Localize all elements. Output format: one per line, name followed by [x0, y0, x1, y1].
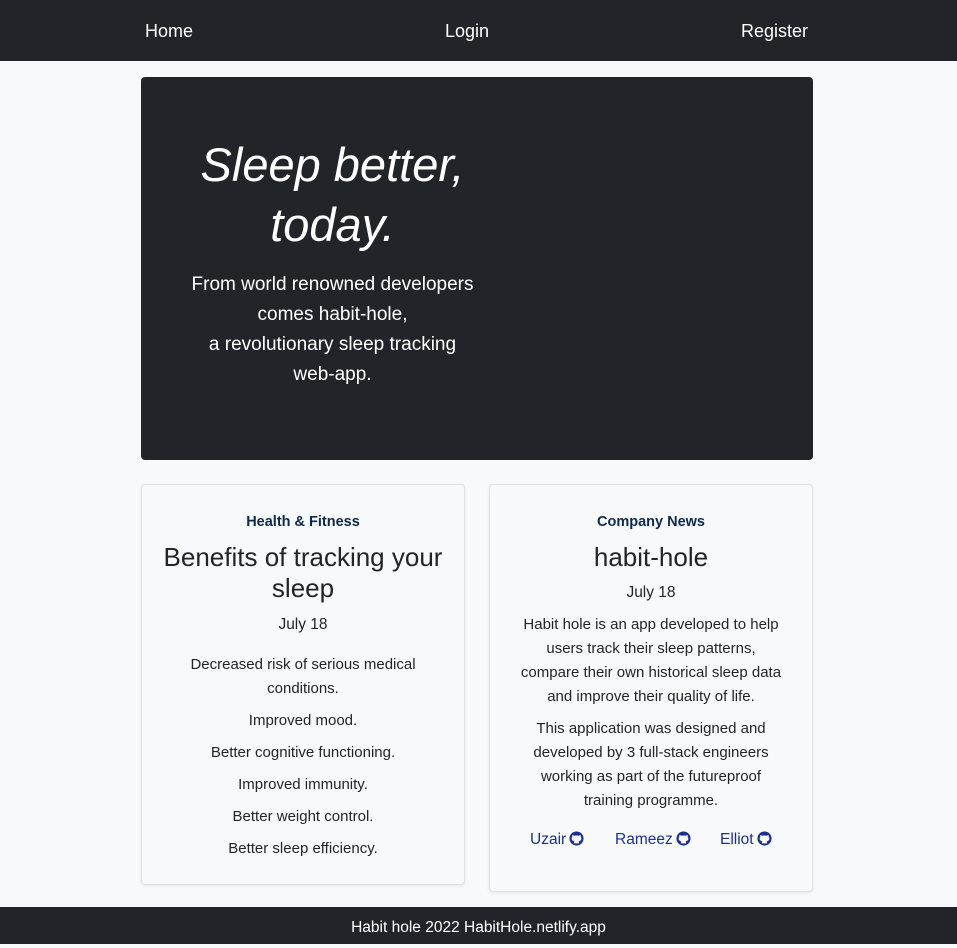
nav-login-link[interactable]: Login	[445, 19, 489, 43]
github-icon	[676, 831, 691, 846]
card-date: July 18	[626, 584, 676, 601]
footer-text: Habit hole 2022 HabitHole.netlify.app	[351, 919, 606, 936]
health-fitness-card: Health & Fitness Benefits of tracking yo…	[141, 484, 465, 885]
author-link-rameez[interactable]: Rameez	[615, 830, 691, 850]
hero-tagline: From world renowned developers comes hab…	[181, 270, 484, 390]
hero-title-line-1: Sleep better,	[200, 138, 465, 191]
hero-tagline-line: From world renowned developers	[191, 274, 474, 295]
hero-tagline-line: web-app.	[293, 364, 372, 385]
nav-register-link[interactable]: Register	[741, 19, 808, 43]
card-title: habit-hole	[593, 542, 709, 572]
github-icon	[757, 831, 772, 846]
top-navbar: Home Login Register	[0, 0, 957, 61]
benefit-item: Better cognitive functioning.	[210, 744, 396, 761]
author-name: Uzair	[530, 831, 567, 848]
card-title: Benefits of tracking your sleep	[163, 542, 443, 603]
news-paragraph: This application was designed and develo…	[533, 720, 769, 809]
author-link-elliot[interactable]: Elliot	[720, 830, 772, 850]
author-link-uzair[interactable]: Uzair	[530, 830, 584, 850]
hero-banner: Sleep better, today. From world renowned…	[141, 77, 813, 460]
nav-home-link[interactable]: Home	[145, 19, 193, 43]
benefit-item: Improved mood.	[248, 712, 358, 729]
card-category: Health & Fitness	[246, 514, 360, 530]
benefits-list: Decreased risk of serious medical condit…	[172, 653, 434, 869]
company-news-card: Company News habit-hole July 18 Habit ho…	[489, 484, 813, 892]
news-paragraph: Habit hole is an app developed to help u…	[520, 616, 782, 705]
page-footer: Habit hole 2022 HabitHole.netlify.app	[0, 907, 957, 944]
card-category: Company News	[597, 514, 705, 530]
benefit-item: Better weight control.	[232, 808, 374, 825]
card-date: July 18	[278, 616, 328, 633]
news-body: Habit hole is an app developed to help u…	[516, 613, 786, 821]
hero-title-line-2: today.	[270, 198, 395, 251]
github-icon	[569, 831, 584, 846]
author-name: Elliot	[720, 831, 754, 848]
benefit-item: Improved immunity.	[238, 776, 368, 793]
benefit-item: Better sleep efficiency.	[228, 840, 378, 857]
hero-title: Sleep better, today.	[181, 135, 484, 255]
benefit-item: Decreased risk of serious medical condit…	[190, 656, 416, 697]
author-name: Rameez	[615, 831, 673, 848]
hero-tagline-line: a revolutionary sleep tracking	[208, 334, 457, 355]
hero-tagline-line: comes habit-hole,	[257, 304, 408, 325]
